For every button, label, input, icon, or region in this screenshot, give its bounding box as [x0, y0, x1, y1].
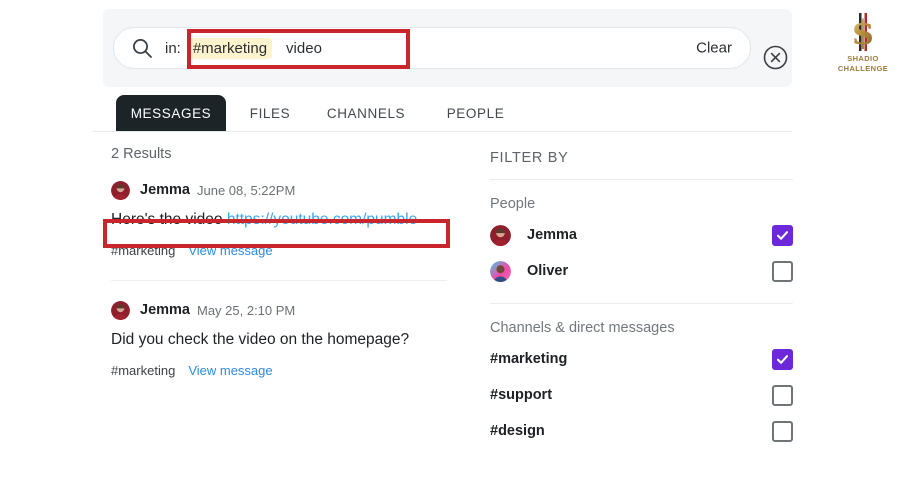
checkbox-marketing[interactable] [772, 348, 793, 370]
avatar [490, 224, 511, 246]
result-divider [111, 280, 447, 281]
message-text: Did you check the video on the homepage? [111, 330, 471, 350]
clear-button[interactable]: Clear [696, 40, 732, 57]
filter-divider [490, 179, 793, 180]
view-message-link[interactable]: View message [188, 363, 272, 378]
search-scope-prefix: in: [165, 39, 181, 57]
message-channel[interactable]: #marketing [111, 243, 175, 258]
avatar [490, 260, 511, 282]
filter-person-name: Oliver [527, 263, 569, 279]
filter-divider [490, 303, 793, 304]
message-channel[interactable]: #marketing [111, 363, 175, 378]
filter-group-people-label: People [490, 196, 536, 212]
message-link[interactable]: https://youtube.com/pumble [227, 211, 417, 228]
message-text-plain: Here's the video [111, 211, 227, 228]
tab-people[interactable]: PEOPLE [433, 95, 518, 131]
watermark-line-1: SHADIO [847, 54, 879, 63]
avatar [111, 180, 130, 200]
filter-row-marketing[interactable]: #marketing [490, 341, 793, 377]
message-timestamp: June 08, 5:22PM [196, 182, 296, 198]
filter-person-name: Jemma [527, 227, 577, 243]
result-message-1[interactable]: Jemma June 08, 5:22PM Here's the video h… [111, 179, 471, 281]
tab-messages[interactable]: MESSAGES [116, 95, 226, 131]
search-channel-chip[interactable]: #marketing [187, 37, 273, 59]
close-circle-icon[interactable] [763, 45, 788, 70]
message-author: Jemma [140, 302, 190, 318]
checkbox-oliver[interactable] [772, 260, 793, 282]
message-meta: #marketing View message [111, 363, 471, 378]
search-tabs: MESSAGES FILES CHANNELS PEOPLE [103, 95, 792, 131]
dollar-sign-icon: $ [851, 13, 875, 53]
avatar [111, 300, 130, 320]
message-meta: #marketing View message [111, 243, 471, 258]
message-header: Jemma June 08, 5:22PM [111, 179, 471, 201]
result-message-2[interactable]: Jemma May 25, 2:10 PM Did you check the … [111, 299, 471, 378]
filter-row-oliver[interactable]: Oliver [490, 253, 793, 289]
tabs-divider [92, 131, 792, 132]
filter-row-jemma[interactable]: Jemma [490, 217, 793, 253]
filter-panel-title: FILTER BY [490, 150, 569, 166]
tab-channels[interactable]: CHANNELS [316, 95, 416, 131]
screenshot-root: in: #marketing video Clear MESSAGES FILE… [0, 0, 900, 500]
search-app-window: in: #marketing video Clear MESSAGES FILE… [92, 0, 793, 500]
watermark-line-2: CHALLENGE [837, 64, 889, 73]
checkbox-support[interactable] [772, 384, 793, 406]
message-author: Jemma [140, 182, 190, 198]
message-text: Here's the video https://youtube.com/pum… [111, 210, 471, 230]
svg-text:$: $ [851, 13, 875, 53]
filter-channel-name: #support [490, 387, 553, 403]
view-message-link[interactable]: View message [188, 243, 272, 258]
filter-channel-name: #marketing [490, 351, 568, 367]
results-column: 2 Results Jemma June 08, 5:22PM Here's t… [111, 146, 471, 378]
filter-row-design[interactable]: #design [490, 413, 793, 449]
watermark-logo: $ SHADIO CHALLENGE [830, 10, 896, 74]
search-icon [131, 37, 153, 59]
search-input-pill[interactable]: in: #marketing video Clear [113, 27, 751, 69]
filter-group-channels-label: Channels & direct messages [490, 320, 675, 336]
filter-row-support[interactable]: #support [490, 377, 793, 413]
search-panel: in: #marketing video Clear [103, 9, 792, 87]
tab-files[interactable]: FILES [235, 95, 305, 131]
message-text-plain: Did you check the video on the homepage? [111, 331, 410, 348]
checkbox-jemma[interactable] [772, 224, 793, 246]
message-header: Jemma May 25, 2:10 PM [111, 299, 471, 321]
message-timestamp: May 25, 2:10 PM [196, 302, 296, 318]
search-query-text: video [286, 39, 322, 57]
results-count: 2 Results [111, 146, 172, 162]
filter-panel: FILTER BY People Jemma Oliver Channels &… [490, 150, 793, 449]
filter-channel-name: #design [490, 423, 545, 439]
checkbox-design[interactable] [772, 420, 793, 442]
